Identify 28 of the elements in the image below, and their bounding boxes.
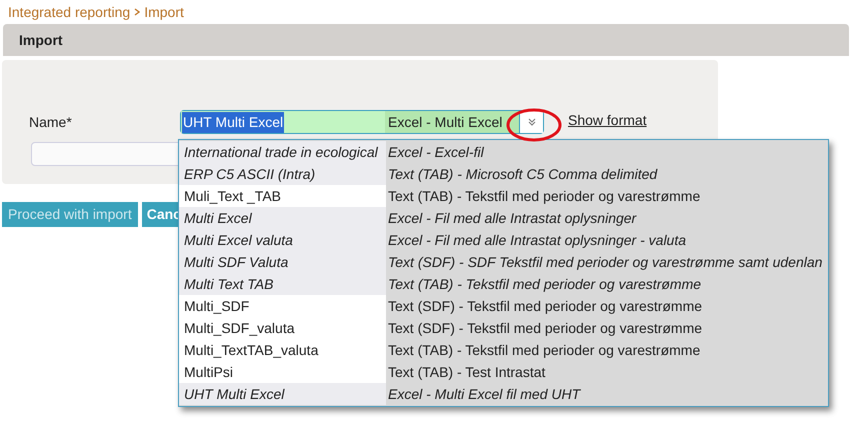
selected-text: UHT Multi Excel (182, 112, 284, 132)
option-name: Multi Text TAB (184, 274, 274, 294)
option-name: UHT Multi Excel (184, 384, 284, 404)
option-format: Text (TAB) - Tekstfil med perioder og varestrømme (387, 186, 700, 206)
option-format: Text (SDF) - Tekstfil med perioder og varestrømme (387, 296, 702, 316)
option-name: International trade in ecological (184, 142, 378, 162)
option-name: Multi_TextTAB_valuta (184, 340, 318, 360)
option-name: Muli_Text _TAB (184, 186, 281, 206)
option-format: Text (SDF) - Tekstfil med perioder og varestrømme (387, 318, 702, 338)
field-label: Name* (29, 113, 73, 132)
option-name: Multi_SDF (184, 296, 250, 316)
option-name: Multi_SDF_valuta (184, 318, 294, 338)
option-format: Excel - Multi Excel fil med UHT (387, 384, 580, 404)
option-format: Text (TAB) - Tekstfil med perioder og varestrømme (387, 340, 700, 360)
option-name: Multi Excel valuta (184, 230, 293, 250)
option-name: MultiPsi (184, 362, 234, 382)
option-name: Multi SDF Valuta (184, 252, 288, 272)
section-title: Import (19, 30, 63, 50)
option-name: ERP C5 ASCII (Intra) (184, 164, 316, 184)
option-format: Text (SDF) - SDF Tekstfil med perioder og varestrømme samt udenlan (387, 252, 822, 272)
format-text: Excel - Multi Excel (388, 112, 502, 132)
option-format: Text (TAB) - Microsoft C5 Comma delimited (387, 164, 658, 184)
option-name: Multi Excel (184, 208, 252, 228)
option-format: Excel - Fil med alle Intrastat oplysninger - valuta (387, 230, 686, 250)
option-format: Excel - Excel-fil (387, 142, 484, 162)
option-format: Excel - Fil med alle Intrastat oplysninger (387, 208, 636, 228)
option-format: Text (TAB) - Test Intrastat (387, 362, 546, 382)
option-format: Text (TAB) - Tekstfil med perioder og varestrømme (387, 274, 702, 294)
